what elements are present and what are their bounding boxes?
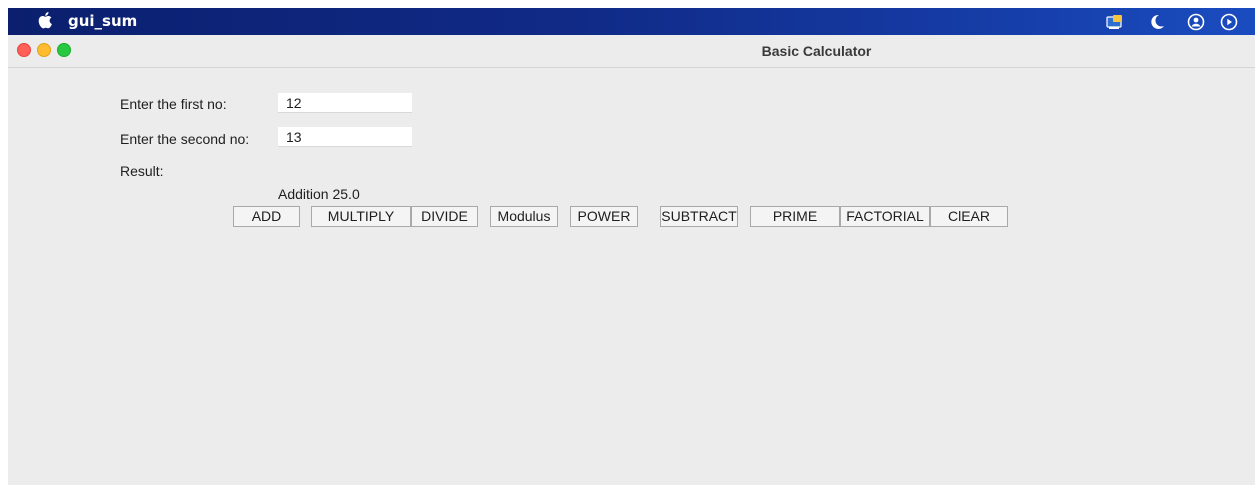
window-title: Basic Calculator	[761, 43, 872, 59]
app-name[interactable]: gui_sum	[68, 12, 137, 30]
divide-button[interactable]: DIVIDE	[411, 206, 478, 227]
first-number-input[interactable]	[278, 93, 412, 113]
menu-bar: gui_sum	[8, 8, 1255, 35]
first-number-label: Enter the first no:	[120, 96, 227, 112]
prime-button[interactable]: PRIME	[750, 206, 840, 227]
factorial-button[interactable]: FACTORIAL	[840, 206, 930, 227]
multiply-button[interactable]: MULTIPLY	[311, 206, 411, 227]
second-number-label: Enter the second no:	[120, 131, 250, 147]
modulus-button[interactable]: Modulus	[490, 206, 558, 227]
subtract-button[interactable]: SUBTRACT	[660, 206, 738, 227]
clear-button[interactable]: ClEAR	[930, 206, 1008, 227]
power-button[interactable]: POWER	[570, 206, 638, 227]
second-number-input[interactable]	[278, 127, 412, 147]
user-icon[interactable]	[1187, 13, 1205, 31]
result-label: Result:	[120, 163, 164, 179]
window-icon[interactable]	[1106, 13, 1124, 31]
apple-logo-icon[interactable]	[38, 10, 52, 30]
add-button[interactable]: ADD	[233, 206, 300, 227]
result-text: Addition 25.0	[278, 186, 360, 202]
calculator-window: Basic Calculator Enter the first no: Ent…	[8, 35, 1255, 485]
moon-icon[interactable]	[1148, 13, 1166, 31]
title-bar[interactable]: Basic Calculator	[8, 35, 1255, 68]
play-icon[interactable]	[1220, 13, 1238, 31]
